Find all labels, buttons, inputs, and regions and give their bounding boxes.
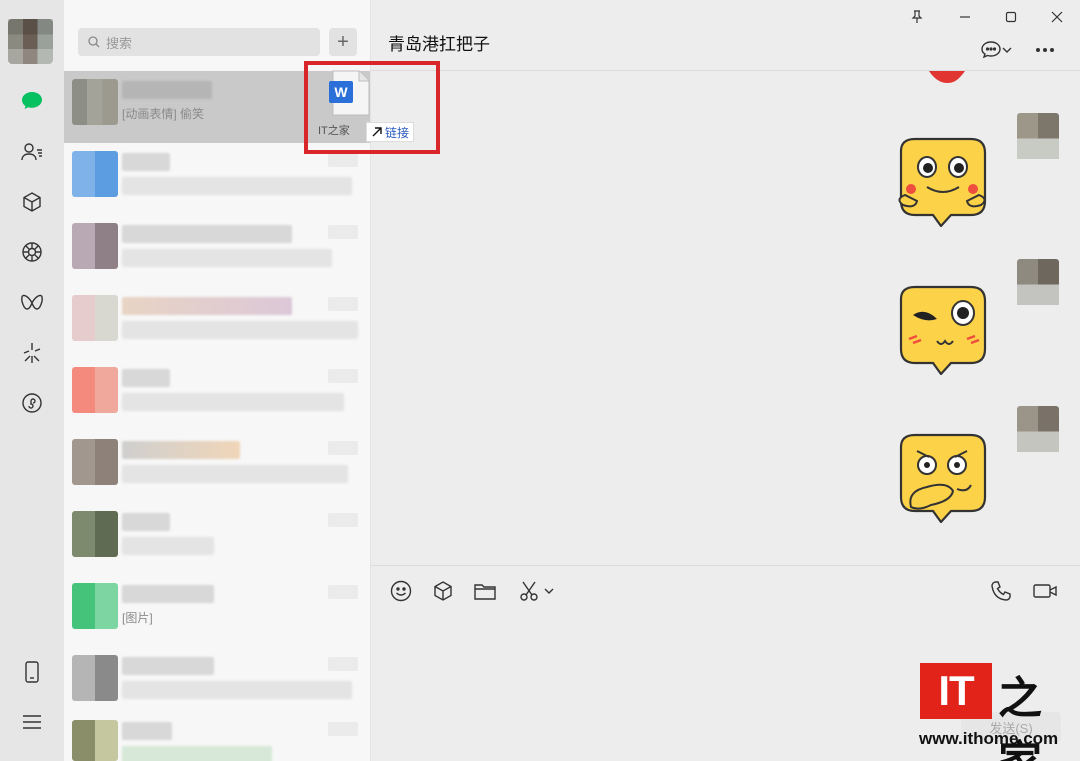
conversation-name (122, 441, 240, 459)
search-discover-icon[interactable] (16, 337, 48, 369)
chevron-down-icon (1002, 47, 1012, 53)
pin-icon[interactable] (903, 6, 931, 28)
conversation-avatar (72, 79, 118, 125)
ithome-url: www.ithome.com (919, 729, 1059, 748)
conversation-avatar (72, 295, 118, 341)
add-button[interactable]: + (329, 28, 357, 56)
ithome-logo: IT (920, 663, 992, 719)
conversation-avatar (72, 583, 118, 629)
conversation-time (328, 225, 358, 239)
drag-link-label: 链接 (385, 125, 410, 140)
word-file-icon[interactable]: W (321, 69, 371, 117)
conversation-avatar (72, 720, 118, 761)
maximize-icon[interactable] (997, 6, 1025, 28)
emoji-icon[interactable] (388, 578, 414, 604)
conversation-preview (122, 537, 214, 555)
search-input[interactable]: 搜索 (78, 28, 320, 56)
sender-avatar[interactable] (1017, 259, 1059, 305)
conversation-time (328, 513, 358, 527)
conversation-preview: [动画表情] 偷笑 (122, 107, 205, 121)
chat-icon[interactable] (16, 85, 48, 117)
conversation-preview (122, 177, 352, 195)
moments-icon[interactable] (16, 236, 48, 268)
conversation-name (122, 297, 292, 315)
conversation-item[interactable] (64, 215, 370, 287)
chat-bubble-icon (981, 41, 1001, 59)
sticker-message[interactable] (891, 431, 991, 523)
drag-link-tooltip: 链接 (367, 123, 414, 141)
file-badge-letter: W (334, 84, 348, 100)
conversation-avatar (72, 655, 118, 701)
favorites-icon[interactable] (16, 186, 48, 218)
conversation-item[interactable] (64, 431, 370, 503)
chat-panel: 青岛港扛把子 发送(S) (371, 0, 1080, 761)
scissors-icon (520, 581, 538, 601)
search-placeholder: 搜索 (106, 35, 133, 51)
header-divider (371, 70, 1080, 71)
chevron-down-icon (544, 588, 554, 594)
folder-icon[interactable] (472, 578, 498, 604)
conversation-item[interactable] (64, 287, 370, 359)
screenshot-dropdown[interactable] (514, 578, 558, 604)
conversation-name (122, 585, 214, 603)
conversation-time (328, 153, 358, 167)
menu-icon[interactable] (16, 706, 48, 738)
conversation-time (328, 585, 358, 599)
conversation-item[interactable] (64, 503, 370, 575)
conversation-item[interactable]: [图片] (64, 575, 370, 647)
conversation-time (328, 441, 358, 455)
conversation-avatar (72, 511, 118, 557)
conversation-name (122, 369, 170, 387)
minimize-icon[interactable] (951, 6, 979, 28)
conversation-avatar (72, 223, 118, 269)
sender-avatar[interactable] (1017, 113, 1059, 159)
conversation-preview (122, 465, 348, 483)
arrow-up-right-icon (372, 127, 382, 137)
conversation-item[interactable] (64, 359, 370, 431)
conversation-name (122, 81, 212, 99)
conversation-item[interactable] (64, 647, 370, 719)
conversation-time (328, 369, 358, 383)
more-icon[interactable] (1031, 38, 1059, 62)
drag-file-name: IT之家 (318, 125, 350, 137)
conversation-avatar (72, 367, 118, 413)
conversation-preview (122, 393, 344, 411)
conversation-preview: [图片] (122, 611, 153, 625)
conversation-preview (122, 321, 358, 339)
voice-call-icon[interactable] (988, 578, 1014, 604)
user-avatar[interactable] (8, 19, 53, 64)
conversation-preview (122, 249, 332, 267)
contacts-icon[interactable] (16, 136, 48, 168)
sticker-message[interactable] (891, 283, 991, 375)
close-icon[interactable] (1043, 6, 1071, 28)
input-divider (371, 565, 1080, 566)
search-icon (88, 36, 100, 48)
conversation-name (122, 225, 292, 243)
conversation-name (122, 513, 170, 531)
video-call-icon[interactable] (1031, 578, 1059, 604)
conversation-avatar (72, 151, 118, 197)
favorites-icon[interactable] (430, 578, 456, 604)
conversation-time (328, 297, 358, 311)
conversation-name (122, 657, 214, 675)
conversation-name (122, 153, 170, 171)
chat-title: 青岛港扛把子 (388, 35, 490, 54)
conversation-avatar (72, 439, 118, 485)
conversation-time (328, 657, 358, 671)
sticker-message-partial[interactable] (927, 71, 967, 83)
channels-icon[interactable] (16, 287, 48, 319)
phone-icon[interactable] (16, 656, 48, 688)
conversation-item[interactable] (64, 712, 370, 761)
conversation-time (328, 722, 358, 736)
sticker-message[interactable] (891, 135, 991, 227)
conversation-name (122, 722, 172, 740)
mini-program-icon[interactable] (16, 387, 48, 419)
sender-avatar[interactable] (1017, 406, 1059, 452)
chat-mode-dropdown[interactable] (973, 38, 1019, 62)
conversation-preview (122, 681, 352, 699)
conversation-preview (122, 746, 272, 761)
nav-rail (0, 0, 64, 761)
